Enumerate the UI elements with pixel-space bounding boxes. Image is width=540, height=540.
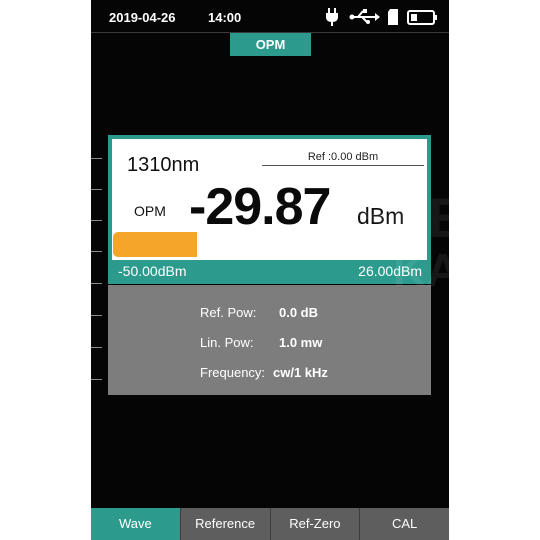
mode-label: OPM: [134, 203, 166, 219]
mode-tab-opm[interactable]: OPM: [230, 33, 311, 56]
power-value: -29.87: [189, 178, 331, 236]
power-bar: [113, 232, 425, 257]
battery-icon: [407, 7, 439, 30]
function-bar: Wave Reference Ref-Zero CAL: [91, 508, 449, 540]
reference-value: Ref :0.00 dBm: [262, 151, 424, 166]
reference-button[interactable]: Reference: [179, 508, 270, 540]
ref-pow-label: Ref. Pow:: [200, 305, 257, 320]
scale-tick: [91, 220, 102, 221]
frequency-row: Frequency: cw/1 kHz: [200, 365, 328, 380]
range-max: 26.00dBm: [358, 263, 422, 279]
lin-pow-label: Lin. Pow:: [200, 335, 254, 350]
ref-zero-button[interactable]: Ref-Zero: [269, 508, 360, 540]
lin-pow-value: 1.0 mw: [279, 335, 323, 350]
cal-button[interactable]: CAL: [359, 508, 449, 540]
scale-tick: [91, 189, 102, 190]
status-time: 14:00: [208, 10, 242, 25]
scale-tick: [91, 379, 102, 380]
scale-tick: [91, 283, 102, 284]
usb-icon: [349, 7, 381, 30]
plug-icon: [325, 7, 339, 30]
power-meter-panel: 1310nm Ref :0.00 dBm OPM -29.87 dBm -50.…: [108, 135, 431, 284]
ref-pow-row: Ref. Pow: 0.0 dB: [200, 305, 318, 320]
wavelength-value: 1310nm: [127, 154, 200, 176]
sd-card-icon: [387, 7, 399, 30]
power-unit: dBm: [357, 203, 405, 229]
lin-pow-row: Lin. Pow: 1.0 mw: [200, 335, 322, 350]
status-date: 2019-04-26: [109, 10, 176, 25]
scale-tick: [91, 251, 102, 252]
power-bar-fill: [113, 232, 198, 257]
info-panel: Ref. Pow: 0.0 dB Lin. Pow: 1.0 mw Frequenc…: [108, 285, 431, 395]
frequency-label: Frequency:: [200, 365, 266, 380]
ref-pow-value: 0.0 dB: [279, 305, 319, 320]
frequency-value: cw/1 kHz: [273, 365, 328, 380]
status-bar: 2019-04-26 14:00: [91, 0, 449, 33]
range-min: -50.00dBm: [118, 263, 187, 279]
device-screen: 2019-04-26 14:00 OPM 1310nm Ref:0.00 dB…: [91, 0, 540, 540]
scale-tick: [91, 347, 102, 348]
wave-button[interactable]: Wave: [91, 508, 180, 540]
scale-tick: [91, 158, 102, 159]
scale-tick: [91, 315, 102, 316]
